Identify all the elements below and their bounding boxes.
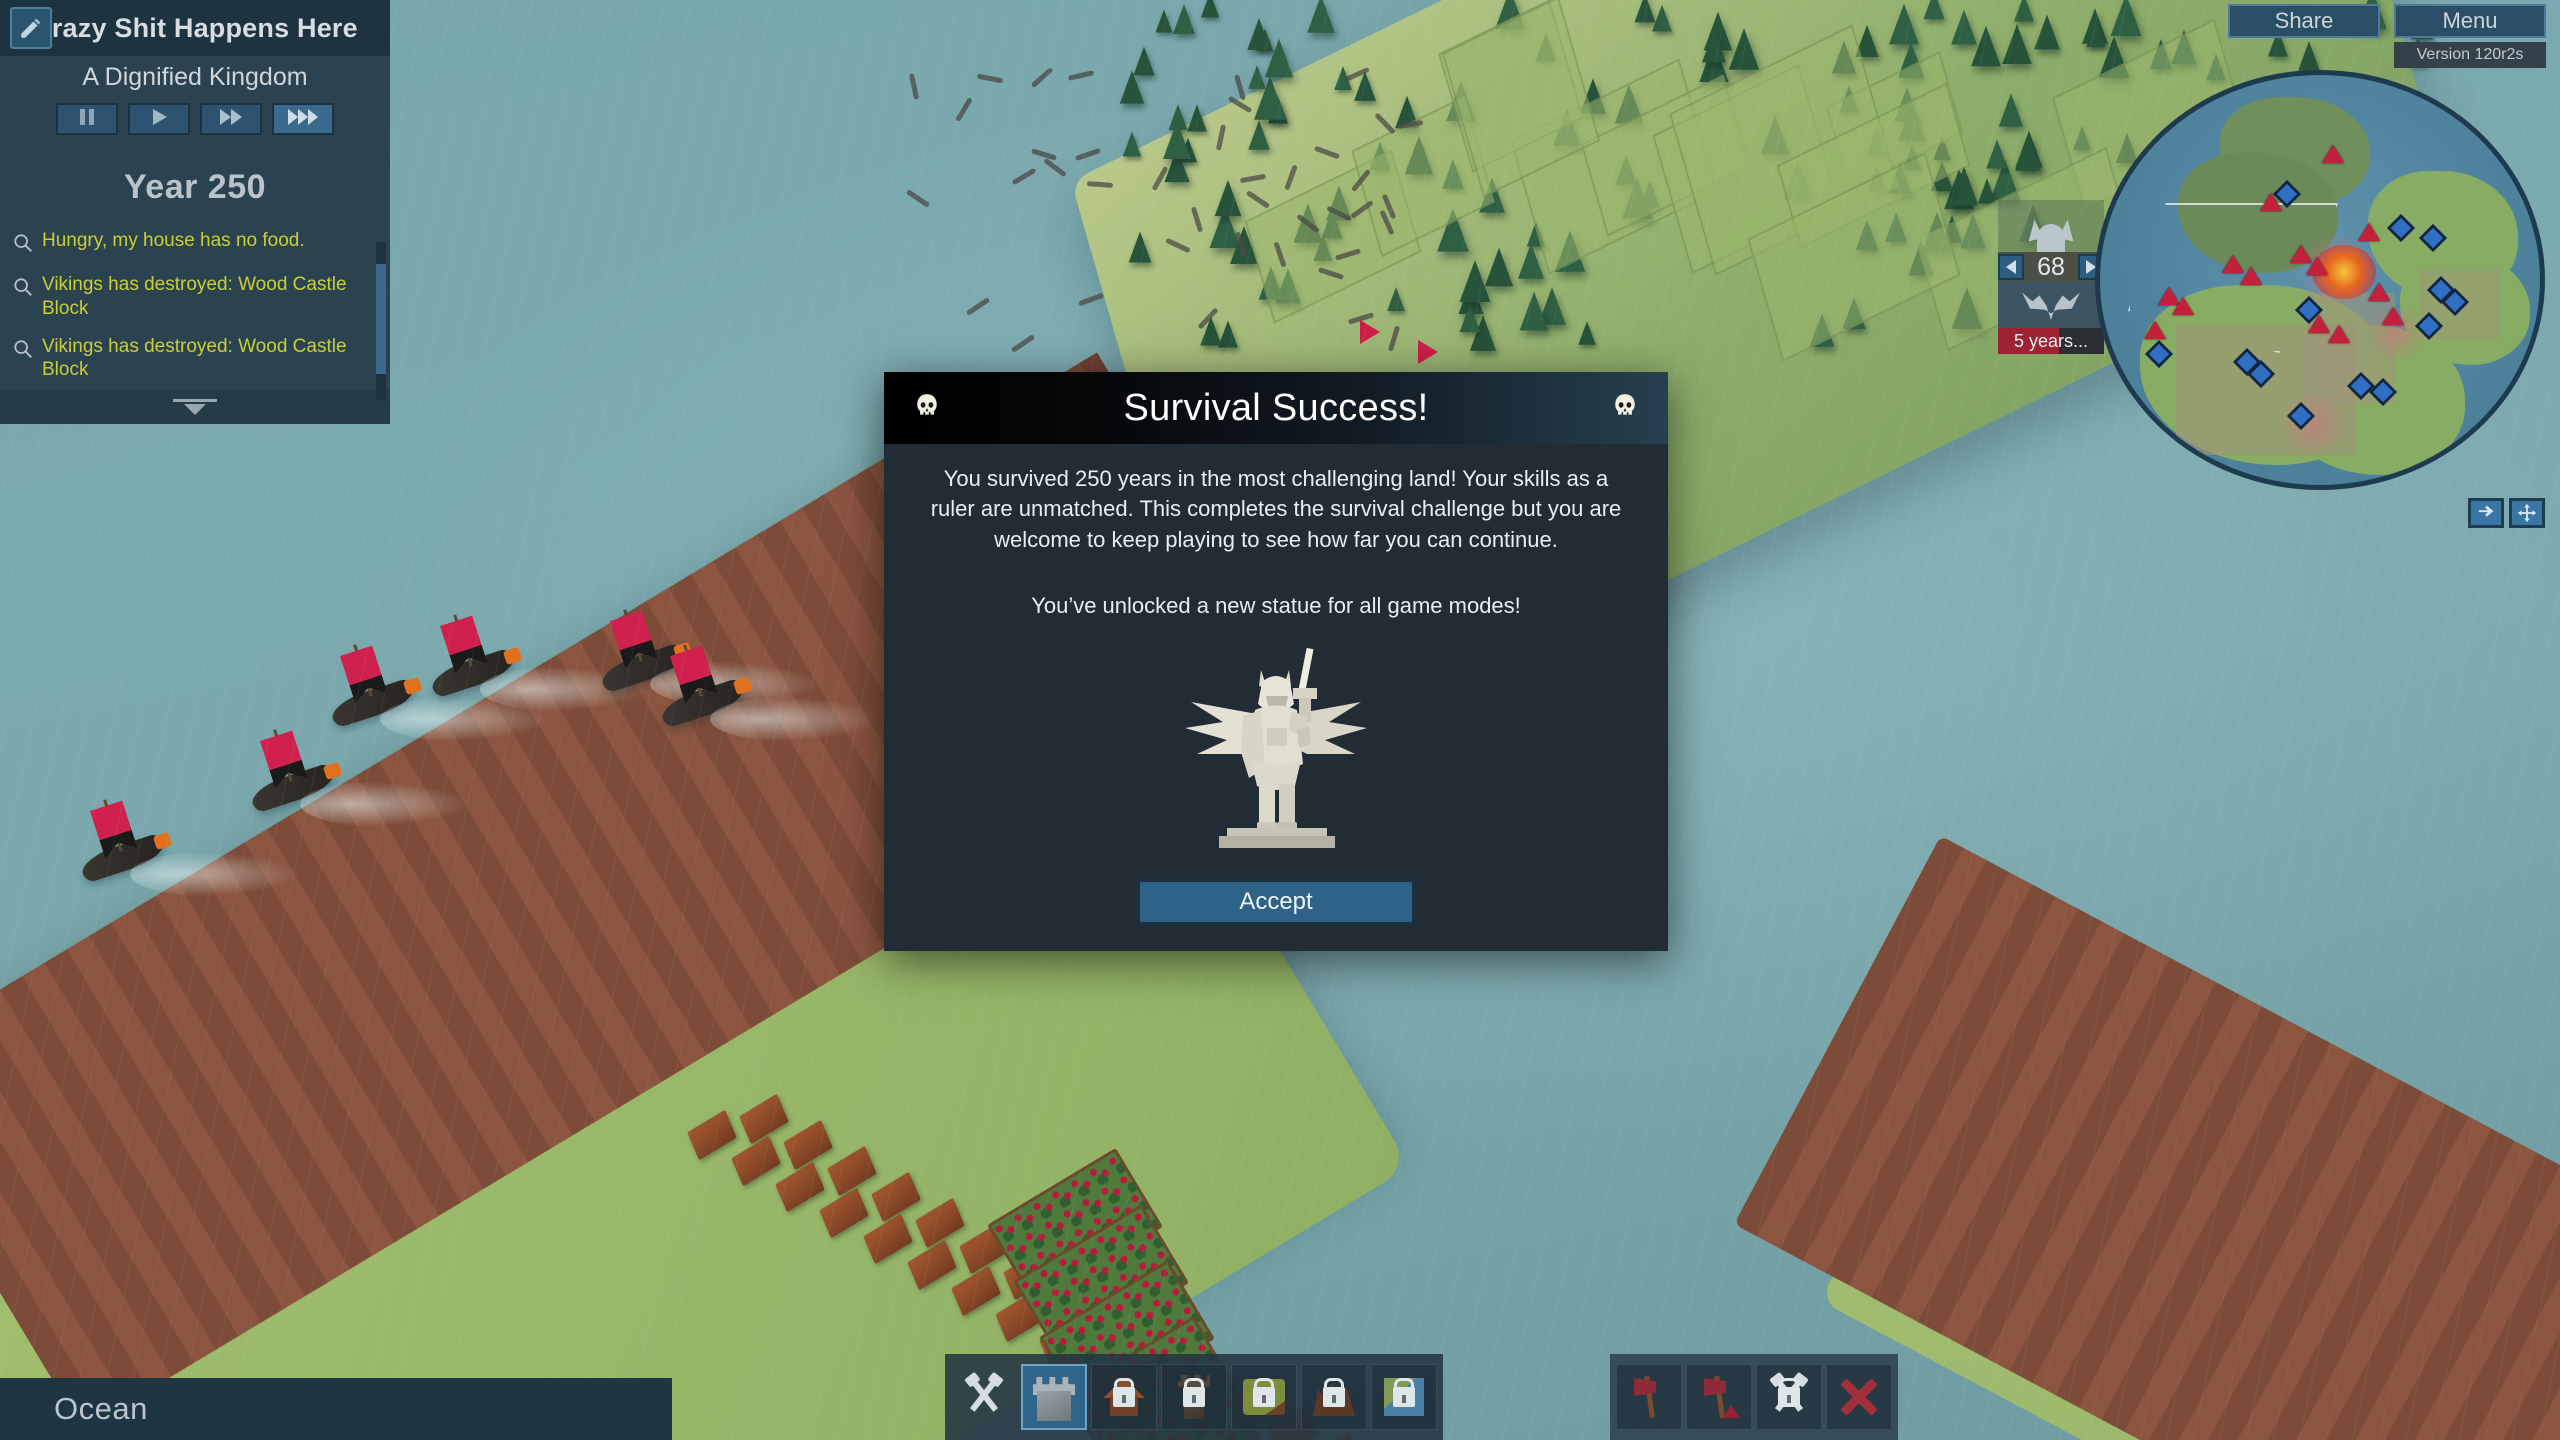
skull-icon bbox=[914, 393, 940, 423]
menu-button[interactable]: Menu bbox=[2394, 4, 2546, 38]
left-arrow-icon[interactable] bbox=[1998, 254, 2024, 280]
tool-build-hammers[interactable] bbox=[951, 1364, 1017, 1430]
tile-label: Ocean bbox=[54, 1391, 148, 1426]
dialog-body: You survived 250 years in the most chall… bbox=[884, 444, 1668, 621]
tool-tower[interactable] bbox=[1161, 1364, 1227, 1430]
dialog-header: Survival Success! bbox=[884, 372, 1668, 444]
event-item[interactable]: Hungry, my house has no food. bbox=[0, 223, 390, 267]
kingdom-panel: Crazy Shit Happens Here A Dignified King… bbox=[0, 0, 390, 424]
lock-icon bbox=[1253, 1387, 1275, 1407]
top-right-buttons: Share Menu bbox=[2228, 4, 2546, 38]
event-text: Vikings has destroyed: Wood Castle Block bbox=[42, 335, 347, 381]
tool-repair-tool[interactable] bbox=[1756, 1364, 1822, 1430]
skull-icon bbox=[1612, 393, 1638, 423]
viking-raid-widget: 68 bbox=[1998, 200, 2104, 282]
year-label: Year 250 bbox=[123, 168, 267, 206]
dragon-timer-label: 5 years... bbox=[2013, 330, 2089, 351]
play-icon bbox=[142, 107, 176, 132]
kingdom-subtitle-bar: A Dignified Kingdom bbox=[0, 56, 390, 98]
accept-button[interactable]: Accept bbox=[1137, 879, 1415, 926]
tool-castle-block[interactable] bbox=[1021, 1364, 1087, 1430]
minimap[interactable] bbox=[2095, 70, 2545, 490]
event-log: Year 250 Hungry, my house has no food. Vi… bbox=[0, 146, 390, 400]
speed-play-button[interactable] bbox=[128, 103, 190, 135]
speed-fast-forward-button[interactable] bbox=[200, 103, 262, 135]
banner-marker bbox=[1360, 320, 1380, 344]
accept-label: Accept bbox=[1239, 888, 1313, 916]
tool-demolish[interactable] bbox=[1826, 1364, 1892, 1430]
dragon-timer-bar: 5 years... bbox=[1998, 328, 2104, 354]
tool-banner[interactable] bbox=[1616, 1364, 1682, 1430]
event-text: Hungry, my house has no food. bbox=[42, 230, 305, 251]
dialog-paragraph-2: You’ve unlocked a new statue for all gam… bbox=[1031, 593, 1521, 619]
winged-knight-statue-icon bbox=[1171, 636, 1381, 849]
pan-move-icon[interactable] bbox=[2509, 498, 2545, 528]
lock-icon bbox=[1113, 1387, 1135, 1407]
speed-pause-button[interactable] bbox=[56, 103, 118, 135]
dialog-title: Survival Success! bbox=[1123, 386, 1429, 429]
kingdom-title-bar: Crazy Shit Happens Here bbox=[0, 0, 390, 56]
triple-arrow-icon bbox=[286, 107, 320, 132]
build-toolbar bbox=[945, 1354, 1443, 1440]
rotate-view-icon[interactable] bbox=[2468, 498, 2504, 528]
tool-farm[interactable] bbox=[1231, 1364, 1297, 1430]
pencil-edit-icon[interactable] bbox=[10, 7, 52, 49]
raid-value: 68 bbox=[2037, 252, 2065, 281]
event-text: Vikings has destroyed: Wood Castle Block bbox=[42, 274, 347, 319]
viking-helmet-icon bbox=[1998, 200, 2104, 252]
version-badge: Version 120r2s bbox=[2394, 42, 2546, 68]
lock-icon bbox=[1323, 1387, 1345, 1407]
pause-icon bbox=[70, 107, 104, 132]
magnifier-icon bbox=[12, 338, 34, 365]
dragon-widget: 5 years... bbox=[1998, 282, 2104, 354]
raid-counter: 68 bbox=[1998, 252, 2104, 282]
tool-ruins[interactable] bbox=[1301, 1364, 1367, 1430]
event-item[interactable]: Vikings has destroyed: Wood Castle Block bbox=[0, 329, 390, 391]
minimap-controls bbox=[2468, 498, 2545, 528]
tool-house[interactable] bbox=[1091, 1364, 1157, 1430]
speed-fastest-button[interactable] bbox=[272, 103, 334, 135]
event-list: Hungry, my house has no food. Vikings has… bbox=[0, 223, 390, 390]
banner-marker bbox=[1418, 340, 1438, 364]
tile-info-panel: Ocean bbox=[0, 1378, 672, 1440]
double-arrow-icon bbox=[214, 107, 248, 132]
kingdom-name: Crazy Shit Happens Here bbox=[32, 12, 358, 43]
dragon-icon bbox=[1998, 282, 2104, 328]
lock-icon bbox=[1393, 1387, 1415, 1407]
event-item[interactable]: Vikings has destroyed: Wood Castle Block bbox=[0, 267, 390, 329]
speed-controls bbox=[0, 98, 390, 146]
dialog-paragraph-1: You survived 250 years in the most chall… bbox=[930, 466, 1622, 552]
magnifier-icon bbox=[12, 276, 34, 303]
collapse-chevron-icon[interactable] bbox=[0, 390, 390, 424]
lock-icon bbox=[1778, 1387, 1800, 1407]
event-scrollbar[interactable] bbox=[376, 242, 386, 400]
statue-preview bbox=[884, 627, 1668, 857]
share-label: Share bbox=[2274, 8, 2334, 33]
dialog-actions: Accept bbox=[884, 857, 1668, 951]
menu-label: Menu bbox=[2442, 8, 2498, 33]
survival-success-dialog: Survival Success! You survived 250 years… bbox=[884, 372, 1668, 952]
share-button[interactable]: Share bbox=[2228, 4, 2380, 38]
command-toolbar bbox=[1610, 1354, 1898, 1440]
event-scrollbar-thumb[interactable] bbox=[376, 264, 386, 374]
version-label: Version 120r2s bbox=[2416, 46, 2524, 63]
tool-banner-rally[interactable] bbox=[1686, 1364, 1752, 1430]
kingdom-subtitle: A Dignified Kingdom bbox=[82, 62, 308, 91]
game-screen: 47 FPS Crazy Shit Happens Here A Dignifi… bbox=[0, 0, 2560, 1440]
magnifier-icon bbox=[12, 232, 34, 259]
lock-icon bbox=[1183, 1387, 1205, 1407]
tool-dock[interactable] bbox=[1371, 1364, 1437, 1430]
